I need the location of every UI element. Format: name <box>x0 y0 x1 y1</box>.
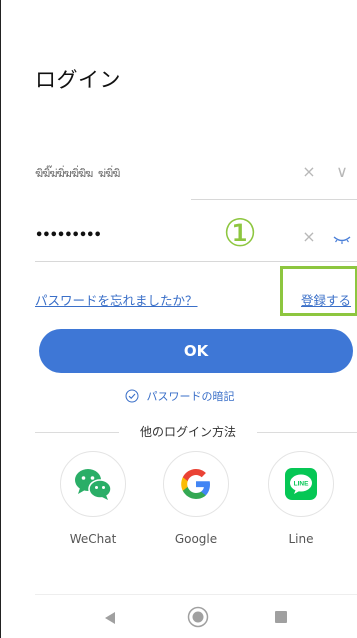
google-login-button[interactable]: Google <box>159 451 233 546</box>
bottom-divider <box>35 594 357 595</box>
google-label: Google <box>174 532 218 546</box>
page-title: ログイン <box>35 68 121 92</box>
password-value[interactable]: ••••••••• <box>35 228 102 243</box>
wechat-bubble[interactable] <box>60 451 126 517</box>
recent-apps-icon[interactable] <box>275 611 287 623</box>
svg-text:LINE: LINE <box>294 481 309 488</box>
divider-left <box>35 432 119 433</box>
register-link[interactable]: 登録する <box>301 290 351 309</box>
login-screen: ログイン ฆิฆิ๊ฆ่ฆิ่ฆฆิ่ฆิฆ ฆ่ฆิ่ฆิ × ∨ •••••… <box>0 0 357 638</box>
clear-account-icon[interactable]: × <box>299 160 319 184</box>
forgot-password-link[interactable]: パスワードを忘れましたか？ <box>35 290 198 309</box>
home-icon[interactable] <box>187 606 209 628</box>
google-bubble[interactable] <box>163 451 229 517</box>
line-label: Line <box>288 532 314 546</box>
check-circle-icon[interactable] <box>125 389 139 403</box>
account-underline <box>191 199 357 200</box>
eye-closed-icon[interactable] <box>331 229 353 249</box>
back-icon[interactable] <box>104 611 116 625</box>
line-icon: LINE <box>285 468 317 500</box>
wechat-icon <box>75 469 112 500</box>
divider-right <box>257 432 357 433</box>
account-value[interactable]: ฆิฆิ๊ฆ่ฆิ่ฆฆิ่ฆิฆ ฆ่ฆิ่ฆิ <box>35 164 185 182</box>
clear-password-icon[interactable]: × <box>299 225 319 249</box>
line-bubble[interactable]: LINE <box>268 451 334 517</box>
password-field[interactable]: ••••••••• × <box>35 225 353 251</box>
account-field[interactable]: ฆิฆิ๊ฆ่ฆิ่ฆฆิ่ฆิฆ ฆ่ฆิ่ฆิ × ∨ <box>35 160 353 186</box>
remember-password-label: パスワードの暗記 <box>146 390 235 403</box>
annotation-marker: ① <box>222 211 258 255</box>
wechat-label: WeChat <box>69 532 117 546</box>
ok-button-label: OK <box>183 342 209 360</box>
chevron-down-icon[interactable]: ∨ <box>331 160 353 184</box>
wechat-login-button[interactable]: WeChat <box>56 451 130 546</box>
google-icon <box>181 469 210 499</box>
ok-button[interactable]: OK <box>39 329 353 373</box>
password-underline <box>35 261 357 262</box>
line-login-button[interactable]: LINE Line <box>264 451 338 546</box>
remember-password-toggle[interactable]: パスワードの暗記 <box>1 386 357 406</box>
other-login-title: 他のログイン方法 <box>139 425 236 439</box>
